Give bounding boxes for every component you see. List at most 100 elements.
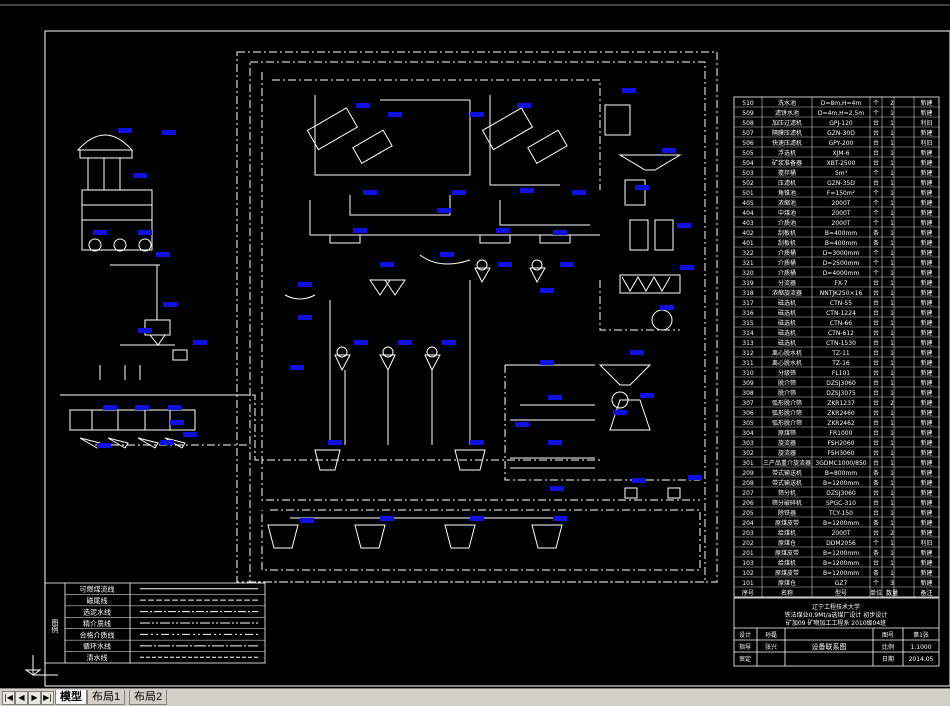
table-cell: 1 [890, 520, 894, 527]
table-cell: XJM-6 [832, 150, 849, 157]
table-cell: 磁选机 [778, 309, 796, 317]
table-cell: TZ-11 [831, 350, 850, 357]
table-cell: 502 [742, 180, 754, 187]
date-value: 2014.05 [909, 656, 934, 663]
approve-label: 审定 [739, 655, 751, 663]
table-cell: F=150m² [827, 190, 856, 197]
table-cell: 505 [742, 150, 754, 157]
table-cell: 509 [742, 110, 754, 117]
table-cell: 304 [742, 430, 754, 437]
table-cell: 条 [873, 569, 879, 577]
next-tab-button[interactable]: ▶ [28, 691, 41, 705]
table-cell: 新建 [920, 389, 932, 397]
last-tab-button[interactable]: ▶| [41, 691, 54, 705]
table-cell: 1 [890, 450, 894, 457]
table-cell: 滤饼水池 [775, 109, 799, 117]
table-cell: D=2500mm [823, 260, 860, 267]
first-tab-button[interactable]: |◀ [2, 691, 15, 705]
table-cell: D=4000mm [823, 270, 860, 277]
table-cell: 1 [890, 330, 894, 337]
table-cell: 台 [873, 409, 879, 417]
table-cell: 磁选机 [778, 299, 796, 307]
table-cell: 1 [890, 190, 894, 197]
prev-tab-button[interactable]: ◀ [15, 691, 28, 705]
table-cell: 搅拌桶 [778, 169, 796, 177]
table-cell: 新建 [920, 199, 932, 207]
table-cell: 台 [873, 449, 879, 457]
legend-item-label: 磁尾线 [87, 596, 108, 605]
table-cell: CTN-55 [830, 300, 852, 307]
table-cell: 个 [873, 270, 879, 277]
table-cell: 筛分机 [778, 489, 796, 497]
table-cell: 带式输送机 [772, 479, 802, 487]
table-cell: 5m³ [835, 170, 848, 177]
table-cell: 1 [890, 380, 894, 387]
table-cell: 利旧 [920, 139, 932, 147]
table-cell: 新建 [920, 459, 932, 467]
table-cell: 319 [742, 280, 754, 287]
table-cell: 原煤仓 [778, 579, 796, 587]
table-cell: 102 [742, 570, 754, 577]
scale-value: 1:1000 [910, 644, 931, 651]
table-cell: 台 [873, 139, 879, 147]
table-cell: 新建 [920, 109, 932, 117]
table-cell: 台 [873, 559, 879, 567]
table-cell: 321 [742, 260, 754, 267]
table-cell: 1 [890, 200, 894, 207]
table-cell: 洗水池 [778, 99, 796, 107]
table-cell: 新建 [920, 239, 932, 247]
design-label: 设计 [739, 631, 751, 639]
table-cell: 新建 [920, 479, 932, 487]
table-cell: 201 [742, 550, 754, 557]
table-cell: 弧形脱介筛 [772, 419, 802, 427]
table-cell: 弧形脱介筛 [772, 399, 802, 407]
table-cell: 1 [890, 430, 894, 437]
table-cell: 介质桶 [778, 259, 796, 267]
table-cell: 1 [890, 290, 894, 297]
table-cell: 新建 [920, 429, 932, 437]
table-cell: 1 [890, 340, 894, 347]
table-cell: 101 [742, 580, 754, 587]
table-cell: 个 [873, 170, 879, 177]
tab-layout1[interactable]: 布局1 [87, 690, 126, 705]
table-cell: 2000T [832, 530, 851, 537]
table-cell: 3GDMC1000/850 [815, 460, 866, 467]
table-header-cell: 单位 [870, 589, 882, 597]
tab-model[interactable]: 模型 [55, 690, 87, 705]
table-cell: FX-7 [834, 280, 847, 287]
table-cell: 1 [890, 410, 894, 417]
table-cell: DDM2056 [826, 540, 856, 547]
table-cell: 台 [873, 499, 879, 507]
table-cell: 脱介筛 [778, 379, 796, 387]
table-cell: XBT-2500 [827, 160, 856, 167]
table-cell: 原煤皮带 [775, 569, 799, 577]
table-cell: 浮选机 [778, 149, 796, 157]
table-cell: 新建 [920, 339, 932, 347]
table-cell: 个 [873, 250, 879, 257]
table-cell: 个 [873, 260, 879, 267]
project-name: 铁法煤业0.9Mt/a选煤厂设计 初步设计 [785, 611, 888, 619]
table-cell: 台 [873, 329, 879, 337]
table-cell: 新建 [920, 569, 932, 577]
table-cell: 402 [742, 230, 754, 237]
table-cell: 313 [742, 340, 754, 347]
table-cell: 个 [873, 110, 879, 117]
table-header-cell: 备注 [920, 589, 932, 597]
table-cell: 303 [742, 440, 754, 447]
date-label: 日期 [882, 655, 894, 663]
cad-drawing-canvas[interactable]: 510 洗水池 D=8m,H=4m 个 2 新建 509 滤饼水池 D=4m,H=2.5m 个 1 新… [0, 0, 950, 690]
table-cell: 台 [873, 299, 879, 307]
legend-item-label: 选泥水线 [83, 607, 111, 616]
table-cell: 503 [742, 170, 754, 177]
table-cell: 个 [873, 100, 879, 107]
table-cell: 旋流器 [778, 449, 796, 457]
table-cell: 新建 [920, 399, 932, 407]
table-cell: 1 [890, 370, 894, 377]
table-cell: 新建 [920, 309, 932, 317]
table-cell: 新建 [920, 299, 932, 307]
table-cell: GPY-200 [829, 140, 854, 147]
table-cell: 1 [890, 500, 894, 507]
tab-layout2[interactable]: 布局2 [129, 690, 168, 705]
table-cell: 台 [873, 429, 879, 437]
table-cell: 1 [890, 470, 894, 477]
